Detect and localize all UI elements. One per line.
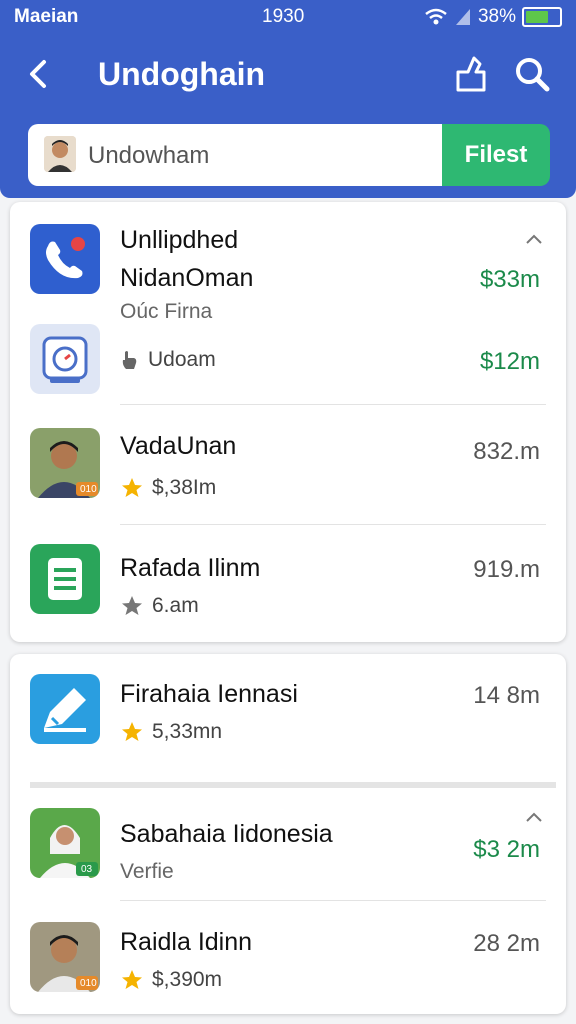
item-rating: $,390m xyxy=(120,968,222,992)
list-card: Firahaia Iennasi 5,33mn 14 8m 03 Sabahai… xyxy=(10,654,566,1014)
list-item[interactable]: 010 VadaUnan $,38Im 832.m xyxy=(10,404,566,525)
wifi-icon xyxy=(425,8,447,25)
list-item[interactable]: Udoam $12m xyxy=(10,322,566,405)
item-price: 28 2m xyxy=(473,930,540,957)
badge: 010 xyxy=(80,484,97,495)
files-button[interactable]: Filest xyxy=(442,124,550,186)
item-subtitle: Oúc Firna xyxy=(120,300,213,323)
notes-app-icon xyxy=(30,544,100,614)
item-rating-text: $,38Im xyxy=(152,476,217,499)
status-time: 1930 xyxy=(262,6,305,27)
phone-app-icon xyxy=(30,224,100,294)
item-name: Sabahaia Iidonesia xyxy=(120,820,333,848)
search-icon xyxy=(516,58,550,92)
list-item[interactable]: Unllipdhed NidanOman Oúc Firna $33m xyxy=(10,202,566,323)
star-icon xyxy=(122,722,142,741)
status-carrier: Maeian xyxy=(14,6,79,27)
chevron-up-icon[interactable] xyxy=(524,810,544,824)
status-indicators: 38% xyxy=(424,6,562,28)
item-name: Firahaia Iennasi xyxy=(120,680,298,708)
chevron-up-icon[interactable] xyxy=(524,232,544,246)
item-rating: 6.am xyxy=(120,594,199,618)
star-icon xyxy=(122,596,142,615)
search-input[interactable]: Undowham xyxy=(88,142,209,170)
item-name-secondary: NidanOman xyxy=(120,264,254,292)
badge: 010 xyxy=(80,978,97,989)
item-price: $33m xyxy=(479,266,540,293)
avatar: 010 xyxy=(30,922,100,992)
item-subtitle: Verfie xyxy=(120,860,174,883)
item-subtitle-text: Udoam xyxy=(148,348,216,371)
timer-app-icon xyxy=(30,324,100,394)
badge: 03 xyxy=(81,864,93,875)
share-button[interactable] xyxy=(450,54,490,94)
search-field[interactable]: Undowham xyxy=(28,124,444,186)
item-price: 14 8m xyxy=(473,682,540,709)
list-item[interactable]: 010 Raidla Idinn $,390m 28 2m xyxy=(10,900,566,1014)
avatar: 03 xyxy=(30,808,100,878)
star-icon xyxy=(122,970,142,989)
item-price: $12m xyxy=(479,348,540,375)
item-rating-text: 6.am xyxy=(152,594,199,617)
list-item[interactable]: 03 Sabahaia Iidonesia Verfie $3 2m xyxy=(10,788,566,901)
hand-icon xyxy=(122,351,137,369)
item-rating-text: $,390m xyxy=(152,968,223,991)
item-price: 919.m xyxy=(473,556,540,583)
item-name: Rafada Ilinm xyxy=(120,554,261,582)
item-subtitle: Udoam xyxy=(120,348,216,372)
edit-app-icon xyxy=(30,674,100,744)
item-name: Raidla Idinn xyxy=(120,928,253,956)
item-name: Unllipdhed xyxy=(120,226,239,254)
status-bar: Maeian 1930 38% xyxy=(0,4,576,30)
page-title: Undoghain xyxy=(98,56,266,92)
item-rating: $,38Im xyxy=(120,476,216,500)
chevron-left-icon xyxy=(30,60,46,88)
list-item[interactable]: Firahaia Iennasi 5,33mn 14 8m xyxy=(10,654,566,784)
avatar: 010 xyxy=(30,428,100,498)
app-bar: Undoghain xyxy=(0,44,576,106)
share-icon xyxy=(456,56,486,92)
search-button[interactable] xyxy=(512,54,552,94)
list-item[interactable]: Rafada Ilinm 6.am 919.m xyxy=(10,524,566,642)
battery-percent: 38% xyxy=(477,6,516,27)
item-name: VadaUnan xyxy=(120,432,237,460)
list-card: Unllipdhed NidanOman Oúc Firna $33m Udoa… xyxy=(10,202,566,642)
signal-icon xyxy=(455,9,470,25)
item-rating-text: 5,33mn xyxy=(152,720,223,743)
back-button[interactable] xyxy=(22,54,58,94)
star-icon xyxy=(122,478,142,497)
item-rating: 5,33mn xyxy=(120,720,222,744)
item-price: $3 2m xyxy=(473,836,540,863)
avatar xyxy=(44,136,76,172)
battery-icon xyxy=(522,7,562,27)
item-price: 832.m xyxy=(473,438,540,465)
